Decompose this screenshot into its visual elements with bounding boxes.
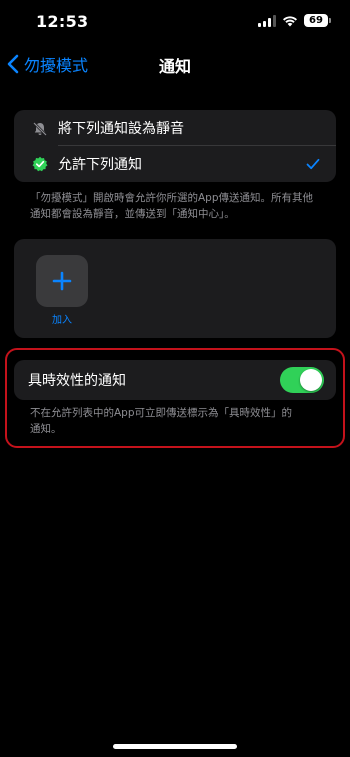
options-footnote-line-2: 通知都會設為靜音，並傳送到「通知中心」。: [30, 208, 235, 220]
allowed-apps-group: 加入: [14, 239, 336, 338]
options-footnote: 「勿擾模式」開啟時會允許你所選的App傳送通知。所有其他 通知都會設為靜音，並傳…: [30, 190, 330, 222]
highlight-annotation: [5, 348, 345, 448]
battery-icon: 69: [304, 14, 331, 27]
plus-icon: [52, 271, 72, 291]
status-icons: 69: [258, 14, 331, 27]
green-check-badge-icon: [32, 156, 48, 172]
wifi-icon: [283, 15, 297, 26]
option-row-mute[interactable]: 將下列通知設為靜音: [14, 110, 336, 146]
home-indicator[interactable]: [113, 744, 237, 749]
cellular-signal-icon: [258, 14, 276, 27]
option-label-allow: 允許下列通知: [58, 157, 142, 173]
checkmark-icon: [306, 158, 320, 170]
status-time: 12:53: [36, 12, 89, 31]
add-app-button[interactable]: [36, 255, 88, 307]
option-row-allow[interactable]: 允許下列通知: [14, 146, 336, 182]
status-bar: 12:53 69: [0, 0, 350, 44]
bell-slash-icon: [33, 122, 47, 136]
option-label-mute: 將下列通知設為靜音: [58, 121, 184, 137]
options-footnote-line-1: 「勿擾模式」開啟時會允許你所選的App傳送通知。所有其他: [30, 192, 314, 204]
add-app-label: 加入: [52, 315, 72, 326]
notification-mode-group: 將下列通知設為靜音 允許下列通知: [14, 110, 336, 182]
navigation-bar: 勿擾模式 通知: [0, 44, 350, 82]
page-title: 通知: [158, 57, 191, 76]
notifications-screen: 12:53 69 勿擾模式 通知 將下列通知設為靜音 允許下列通知 「勿擾模式」…: [0, 0, 350, 757]
